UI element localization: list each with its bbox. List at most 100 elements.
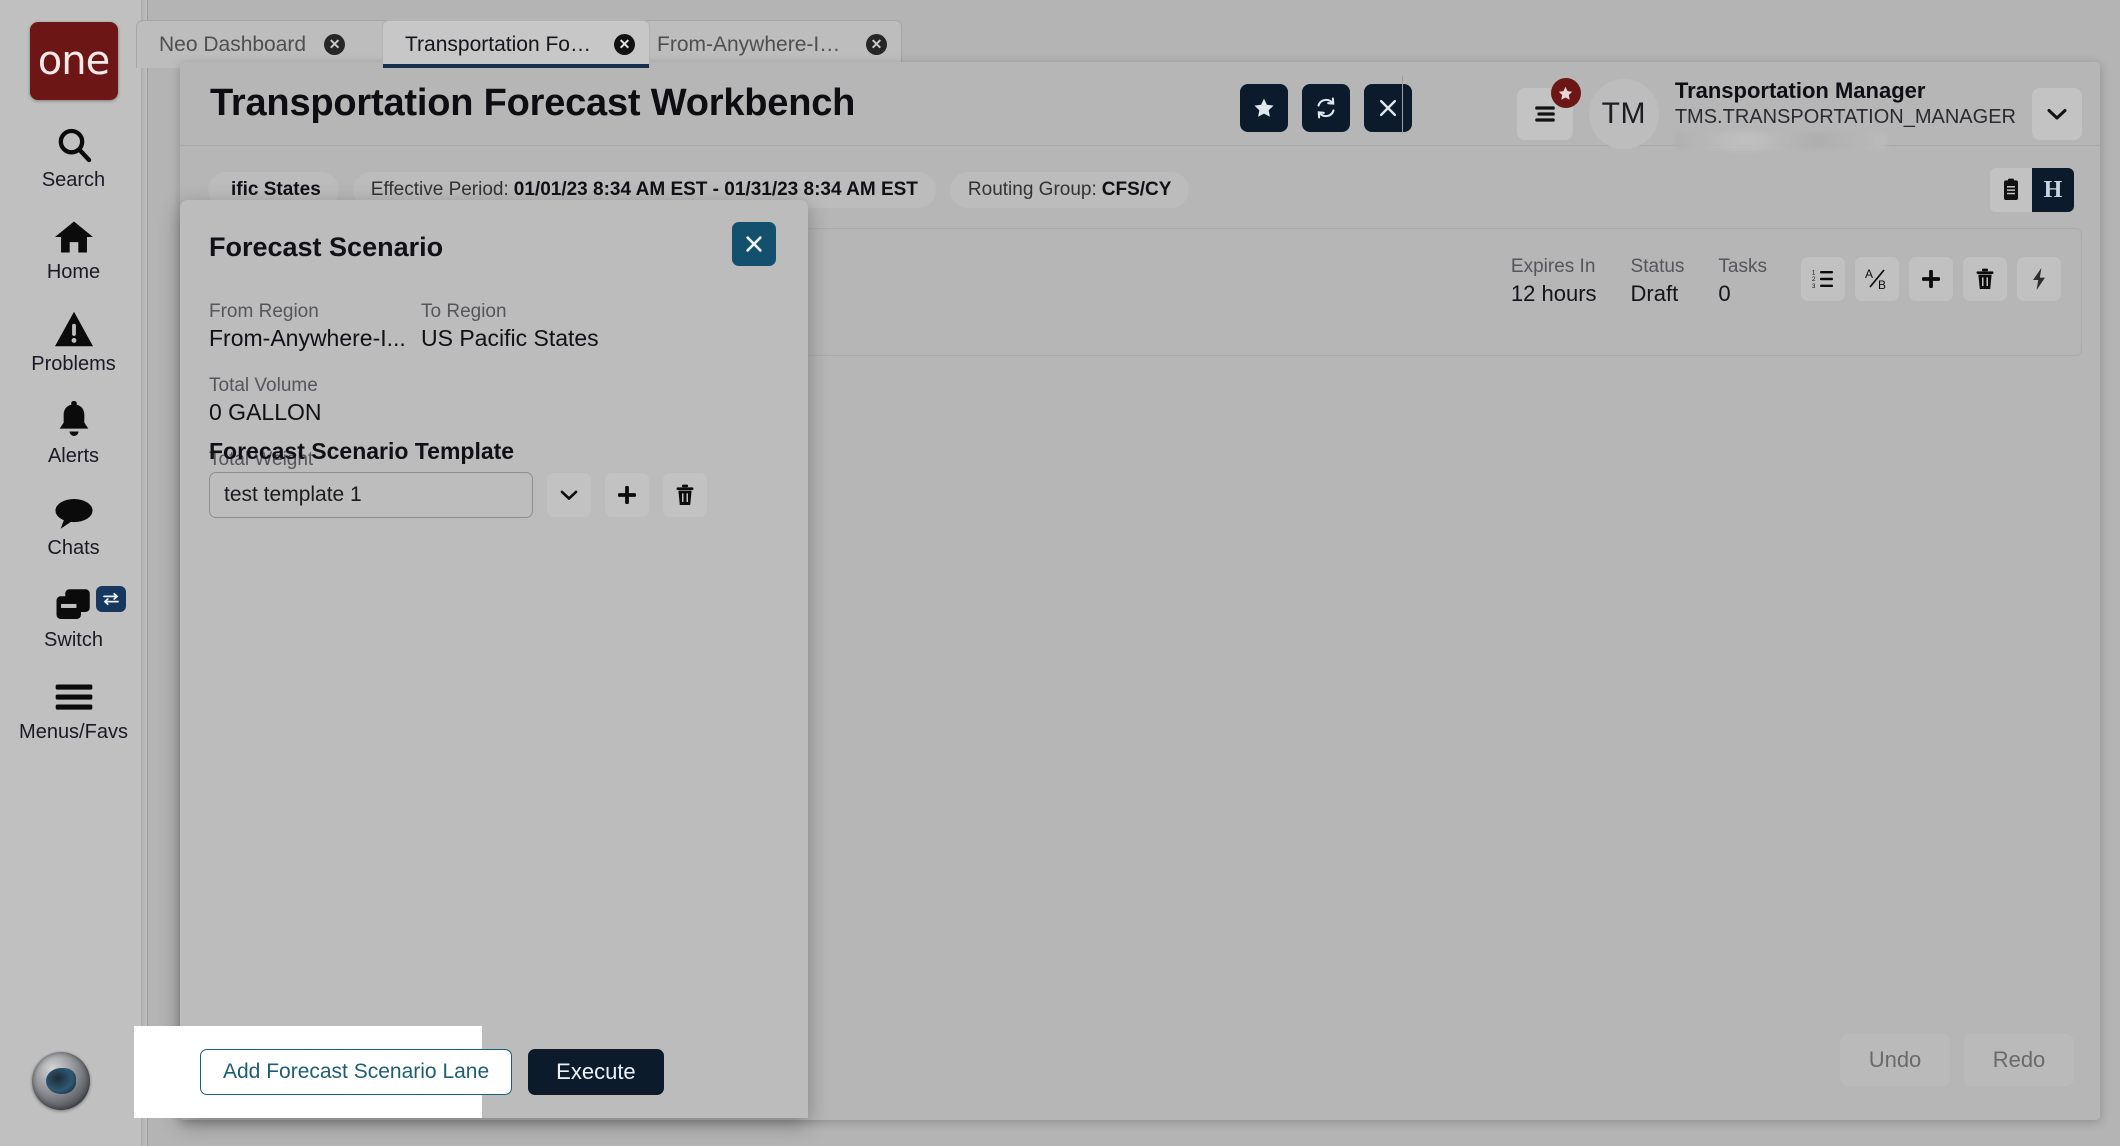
svg-text:1: 1	[1812, 270, 1816, 276]
routing-group-chip[interactable]: Routing Group: CFS/CY	[950, 172, 1190, 208]
tab-neo-dashboard[interactable]: Neo Dashboard ✕	[136, 20, 396, 68]
template-section-heading: Forecast Scenario Template	[209, 438, 514, 465]
chip-value: 01/01/23 8:34 AM EST - 01/31/23 8:34 AM …	[514, 179, 918, 201]
panel-title: Forecast Scenario	[209, 232, 443, 263]
user-avatar-sidebar[interactable]	[32, 1052, 90, 1110]
clipboard-view-button[interactable]	[1990, 168, 2032, 212]
sidebar-item-chats[interactable]: Chats	[0, 492, 148, 560]
close-icon[interactable]: ✕	[324, 34, 345, 55]
one-logo-text: one	[38, 38, 109, 84]
lane-meta-group: Expires In 12 hours Status Draft Tasks 0	[1511, 255, 2061, 308]
template-add-button[interactable]	[605, 473, 649, 517]
panel-footer: Add Forecast Scenario Lane Execute	[180, 1026, 808, 1118]
user-area: TM Transportation Manager TMS.TRANSPORTA…	[1517, 78, 2082, 150]
switch-windows-icon	[53, 584, 95, 626]
one-logo[interactable]: one	[30, 22, 118, 100]
tab-strip: Neo Dashboard ✕ Transportation Forecast …	[148, 0, 2120, 68]
sidebar-item-problems[interactable]: Problems	[0, 308, 148, 376]
warning-triangle-icon	[53, 308, 95, 350]
sidebar-item-label: Menus/Favs	[19, 720, 128, 744]
field-label: Tasks	[1718, 255, 1767, 280]
tab-label: Transportation Forecast Workbe...	[405, 33, 596, 57]
sidebar-item-search[interactable]: Search	[0, 124, 148, 192]
sidebar-item-label: Alerts	[48, 444, 99, 468]
delete-lane-button[interactable]	[1963, 257, 2007, 301]
lane-action-buttons: 1 2 3 A B	[1801, 257, 2061, 301]
tab-label: From-Anywhere-In-China	[657, 33, 848, 57]
undo-redo-group: Undo Redo	[1840, 1034, 2074, 1086]
field-value: From-Anywhere-I...	[209, 324, 421, 353]
add-forecast-scenario-lane-button[interactable]: Add Forecast Scenario Lane	[200, 1049, 512, 1095]
view-button-label: H	[2044, 177, 2063, 204]
hamburger-icon	[53, 676, 95, 718]
forecast-scenario-panel: Forecast Scenario From Region From-Anywh…	[180, 200, 808, 1118]
template-input[interactable]	[209, 472, 533, 518]
template-dropdown-button[interactable]	[547, 473, 591, 517]
field-value: 0	[1718, 280, 1767, 309]
field-value: 12 hours	[1511, 280, 1597, 309]
panel-close-button[interactable]	[732, 222, 776, 266]
star-badge-icon	[1551, 78, 1581, 108]
field-label: Total Volume	[209, 374, 379, 398]
sidebar-item-label: Switch	[44, 628, 103, 652]
left-sidebar: one Search Home	[0, 0, 148, 1146]
execute-button[interactable]: Execute	[528, 1049, 664, 1095]
field-label: Expires In	[1511, 255, 1597, 280]
sidebar-item-label: Chats	[47, 536, 99, 560]
redo-button[interactable]: Redo	[1964, 1034, 2074, 1086]
refresh-button[interactable]	[1302, 84, 1350, 132]
expires-in-field: Expires In 12 hours	[1511, 255, 1597, 308]
quick-action-button[interactable]	[2017, 257, 2061, 301]
bell-icon	[55, 400, 93, 442]
chip-label: Routing Group:	[968, 179, 1097, 201]
user-meta: Transportation Manager TMS.TRANSPORTATIO…	[1675, 78, 2016, 150]
user-role: TMS.TRANSPORTATION_MANAGER	[1675, 105, 2016, 129]
tab-transportation-forecast-workbench[interactable]: Transportation Forecast Workbe... ✕	[382, 20, 650, 68]
from-region-field: From Region From-Anywhere-I...	[209, 300, 421, 354]
app-root: one Search Home	[0, 0, 2120, 1146]
undo-button[interactable]: Undo	[1840, 1034, 1950, 1086]
hierarchy-view-button[interactable]: H	[2032, 168, 2074, 212]
ordered-list-button[interactable]: 1 2 3	[1801, 257, 1845, 301]
avatar-initials: TM	[1602, 97, 1646, 131]
svg-text:B: B	[1878, 278, 1886, 291]
close-button[interactable]	[1364, 84, 1412, 132]
svg-text:2: 2	[1812, 277, 1816, 283]
add-lane-button[interactable]	[1909, 257, 1953, 301]
svg-text:A: A	[1865, 267, 1873, 281]
template-delete-button[interactable]	[663, 473, 707, 517]
svg-text:3: 3	[1812, 284, 1816, 290]
chip-value: CFS/CY	[1102, 179, 1172, 201]
chat-bubble-icon	[53, 492, 95, 534]
field-value: 0 GALLON	[209, 398, 379, 427]
sidebar-item-label: Home	[47, 260, 100, 284]
chip-label: Effective Period:	[371, 179, 509, 201]
avatar[interactable]: TM	[1589, 79, 1659, 149]
search-icon	[54, 124, 94, 166]
header-action-buttons	[1240, 84, 1412, 132]
ab-compare-button[interactable]: A B	[1855, 257, 1899, 301]
view-toggle-group: H	[1990, 168, 2074, 212]
menus-button[interactable]	[1517, 88, 1573, 140]
redo-label: Redo	[1993, 1047, 2046, 1073]
tab-from-anywhere-in-china[interactable]: From-Anywhere-In-China ✕	[634, 20, 902, 68]
sidebar-item-switch[interactable]: Switch	[0, 584, 148, 652]
close-icon[interactable]: ✕	[614, 34, 635, 55]
close-icon[interactable]: ✕	[866, 34, 887, 55]
sidebar-item-menus-favs[interactable]: Menus/Favs	[0, 676, 148, 744]
favorite-button[interactable]	[1240, 84, 1288, 132]
header-divider	[1402, 76, 1403, 134]
swap-arrows-icon[interactable]	[96, 586, 126, 612]
field-label: Status	[1631, 255, 1685, 280]
sidebar-item-label: Search	[42, 168, 105, 192]
total-volume-field: Total Volume 0 GALLON	[209, 374, 379, 428]
page-title: Transportation Forecast Workbench	[210, 82, 855, 125]
tab-active-indicator	[383, 64, 649, 68]
sidebar-item-label: Problems	[31, 352, 115, 376]
sidebar-item-home[interactable]: Home	[0, 216, 148, 284]
tasks-field: Tasks 0	[1718, 255, 1767, 308]
sidebar-item-alerts[interactable]: Alerts	[0, 400, 148, 468]
field-label: To Region	[421, 300, 621, 324]
user-menu-button[interactable]	[2032, 88, 2082, 140]
status-badge: Draft	[1631, 280, 1685, 309]
